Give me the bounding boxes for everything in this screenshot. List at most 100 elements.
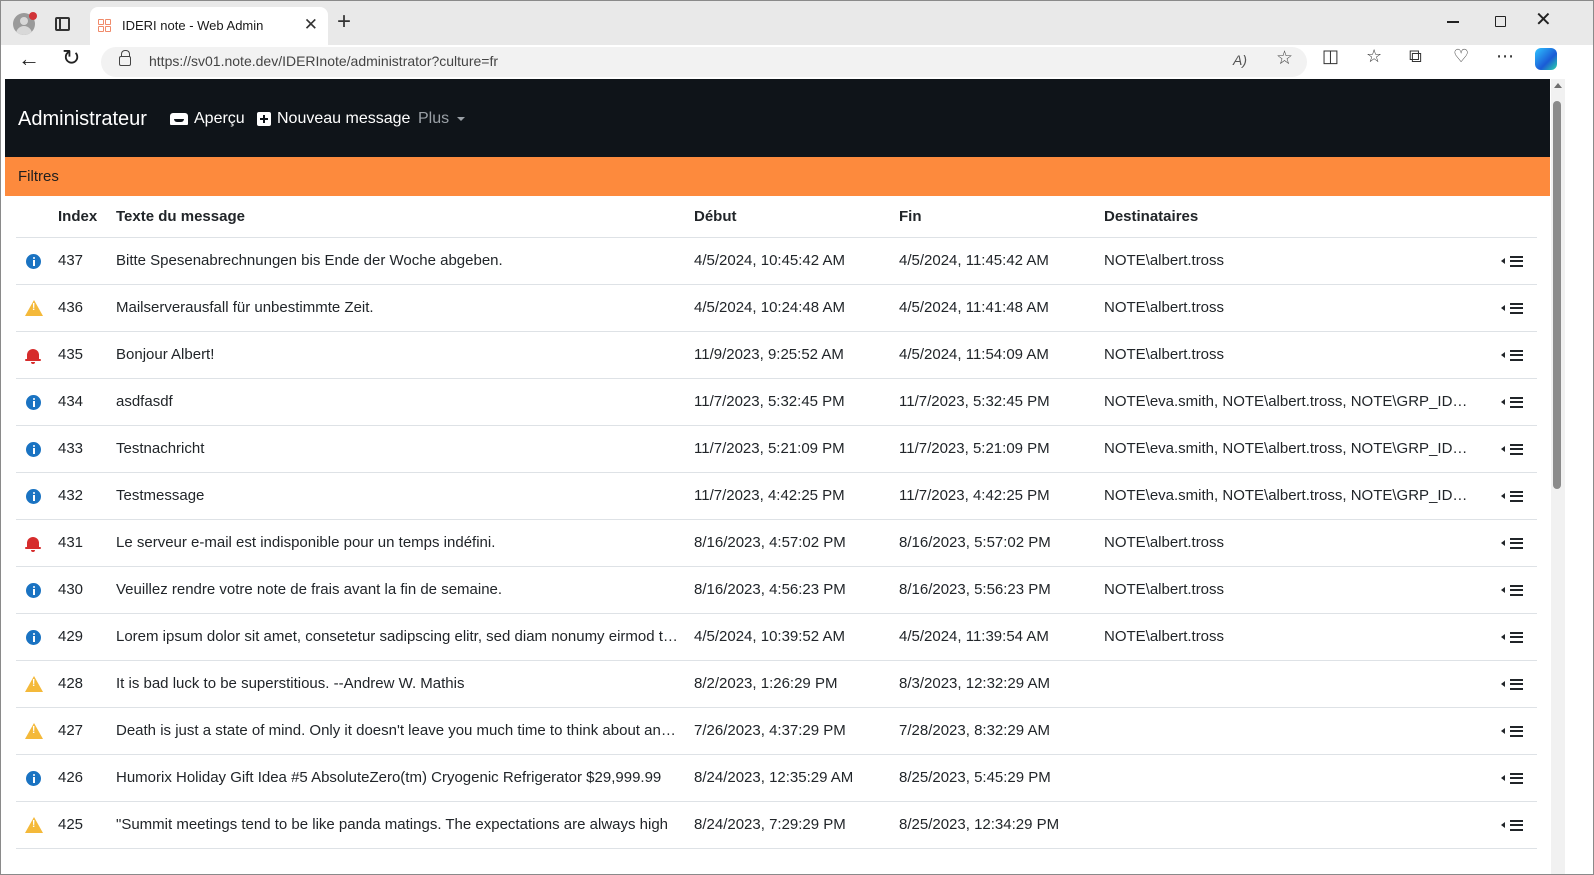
collections-icon[interactable]: ⧉: [1409, 47, 1422, 65]
tab-actions-icon[interactable]: [55, 17, 70, 31]
row-recipients: [1104, 707, 1484, 755]
address-bar[interactable]: https://sv01.note.dev/IDERInote/administ…: [101, 47, 1307, 77]
page-scrollbar[interactable]: [1551, 79, 1565, 874]
lock-icon[interactable]: [119, 50, 131, 66]
row-actions-button[interactable]: [1501, 255, 1523, 267]
info-circle-icon: [26, 629, 41, 645]
table-row[interactable]: 425"Summit meetings tend to be like pand…: [16, 801, 1537, 849]
scroll-up-arrow-icon[interactable]: [1554, 83, 1562, 88]
read-aloud-icon[interactable]: A): [1233, 52, 1247, 68]
row-actions-button[interactable]: [1501, 396, 1523, 408]
row-message-text[interactable]: asdfasdf: [116, 378, 694, 426]
row-actions-button[interactable]: [1501, 584, 1523, 596]
nav-new-message-link[interactable]: Nouveau message: [257, 110, 410, 128]
hamburger-menu-icon: [1510, 584, 1523, 596]
row-message-text[interactable]: Mailserverausfall für unbestimmte Zeit.: [116, 284, 694, 332]
table-row[interactable]: 434 asdfasdf 11/7/2023, 5:32:45 PM 11/7/202…: [16, 378, 1537, 426]
table-row[interactable]: 430 Veuillez rendre votre note de frais a…: [16, 566, 1537, 614]
col-text-header[interactable]: Texte du message: [116, 196, 694, 238]
warning-triangle-icon: [25, 676, 43, 693]
nav-more-dropdown[interactable]: Plus: [418, 110, 466, 128]
row-actions-button[interactable]: [1501, 349, 1523, 361]
row-actions-cell: [1484, 237, 1537, 285]
row-message-text[interactable]: Bitte Spesenabrechnungen bis Ende der Wo…: [116, 237, 694, 285]
hamburger-menu-icon: [1510, 490, 1523, 502]
row-recipients: NOTE\eva.smith, NOTE\albert.tross, NOTE\…: [1104, 378, 1484, 426]
hamburger-menu-icon: [1510, 678, 1523, 690]
row-message-text[interactable]: Death is just a state of mind. Only it d…: [116, 707, 694, 755]
row-index: 425: [58, 801, 116, 849]
row-actions-button[interactable]: [1501, 490, 1523, 502]
row-start: 11/7/2023, 4:42:25 PM: [694, 472, 899, 520]
row-recipients: NOTE\albert.tross: [1104, 519, 1484, 567]
row-end: 8/25/2023, 12:34:29 PM: [899, 801, 1104, 849]
row-message-text[interactable]: Lorem ipsum dolor sit amet, consetetur s…: [116, 613, 694, 661]
url-text[interactable]: https://sv01.note.dev/IDERInote/administ…: [149, 53, 498, 69]
col-recipients-header[interactable]: Destinataires: [1104, 196, 1484, 238]
bell-icon: [25, 349, 41, 365]
row-message-text[interactable]: "Summit meetings tend to be like panda m…: [116, 801, 694, 849]
window-close-icon[interactable]: ✕: [1535, 10, 1552, 30]
row-actions-button[interactable]: [1501, 819, 1523, 831]
col-start-header[interactable]: Début: [694, 196, 899, 238]
row-actions-button[interactable]: [1501, 302, 1523, 314]
table-row[interactable]: 429 Lorem ipsum dolor sit amet, consetetu…: [16, 613, 1537, 661]
favorites-icon[interactable]: ☆: [1366, 47, 1382, 65]
navbar-brand[interactable]: Administrateur: [18, 108, 147, 131]
row-message-text[interactable]: Testnachricht: [116, 425, 694, 473]
refresh-icon[interactable]: ↻: [62, 47, 80, 69]
inbox-icon: [170, 113, 188, 125]
table-row[interactable]: 436Mailserverausfall für unbestimmte Zei…: [16, 284, 1537, 332]
tab-close-icon[interactable]: ✕: [304, 16, 318, 33]
row-actions-button[interactable]: [1501, 725, 1523, 737]
row-actions-cell: [1484, 519, 1537, 567]
row-message-text[interactable]: Le serveur e-mail est indisponible pour …: [116, 519, 694, 567]
browser-essentials-icon[interactable]: ♡: [1453, 47, 1469, 65]
table-row[interactable]: 431 Le serveur e-mail est indisponible po…: [16, 519, 1537, 567]
filters-bar[interactable]: Filtres: [5, 157, 1550, 196]
row-message-text[interactable]: Veuillez rendre votre note de frais avan…: [116, 566, 694, 614]
row-icon-cell: [16, 378, 58, 426]
row-actions-button[interactable]: [1501, 631, 1523, 643]
table-row[interactable]: 427Death is just a state of mind. Only i…: [16, 707, 1537, 755]
row-message-text[interactable]: Testmessage: [116, 472, 694, 520]
row-message-text[interactable]: Humorix Holiday Gift Idea #5 AbsoluteZer…: [116, 754, 694, 802]
caret-left-icon: [1501, 399, 1505, 406]
table-row[interactable]: 437 Bitte Spesenabrechnungen bis Ende der…: [16, 237, 1537, 285]
copilot-icon[interactable]: [1535, 48, 1557, 70]
row-index: 426: [58, 754, 116, 802]
table-row[interactable]: 435 Bonjour Albert! 11/9/2023, 9:25:52 AM 4…: [16, 331, 1537, 379]
nav-more-label: Plus: [418, 110, 450, 127]
row-icon-cell: [16, 801, 58, 849]
top-navbar: Administrateur Aperçu Nouveau message Pl…: [5, 79, 1550, 157]
row-message-text[interactable]: It is bad luck to be superstitious. --An…: [116, 660, 694, 708]
new-tab-icon[interactable]: +: [337, 10, 351, 34]
table-row[interactable]: 433 Testnachricht 11/7/2023, 5:21:09 PM 11/…: [16, 425, 1537, 473]
window-maximize-icon[interactable]: [1495, 16, 1506, 27]
row-recipients: NOTE\albert.tross: [1104, 613, 1484, 661]
split-screen-icon[interactable]: ◫: [1322, 47, 1339, 65]
row-actions-button[interactable]: [1501, 537, 1523, 549]
scroll-thumb[interactable]: [1553, 101, 1561, 489]
caret-left-icon: [1501, 305, 1505, 312]
more-options-icon[interactable]: ⋯: [1496, 47, 1514, 65]
window-minimize-icon[interactable]: [1447, 21, 1459, 23]
row-message-text[interactable]: Bonjour Albert!: [116, 331, 694, 379]
row-actions-button[interactable]: [1501, 443, 1523, 455]
row-actions-button[interactable]: [1501, 678, 1523, 690]
table-row[interactable]: 428It is bad luck to be superstitious. -…: [16, 660, 1537, 708]
row-start: 8/2/2023, 1:26:29 PM: [694, 660, 899, 708]
table-row[interactable]: 426 Humorix Holiday Gift Idea #5 Absolute…: [16, 754, 1537, 802]
col-end-header[interactable]: Fin: [899, 196, 1104, 238]
row-recipients: NOTE\albert.tross: [1104, 566, 1484, 614]
col-index-header[interactable]: Index: [58, 196, 116, 238]
favorite-star-icon[interactable]: ☆: [1276, 49, 1293, 68]
back-icon[interactable]: ←: [18, 48, 40, 70]
table-row[interactable]: 432 Testmessage 11/7/2023, 4:42:25 PM 11/7/…: [16, 472, 1537, 520]
row-actions-button[interactable]: [1501, 772, 1523, 784]
row-start: 11/7/2023, 5:21:09 PM: [694, 425, 899, 473]
row-end: 11/7/2023, 4:42:25 PM: [899, 472, 1104, 520]
row-end: 8/3/2023, 12:32:29 AM: [899, 660, 1104, 708]
browser-tab[interactable]: IDERI note - Web Admin ✕: [90, 7, 328, 45]
nav-preview-link[interactable]: Aperçu: [170, 110, 245, 128]
